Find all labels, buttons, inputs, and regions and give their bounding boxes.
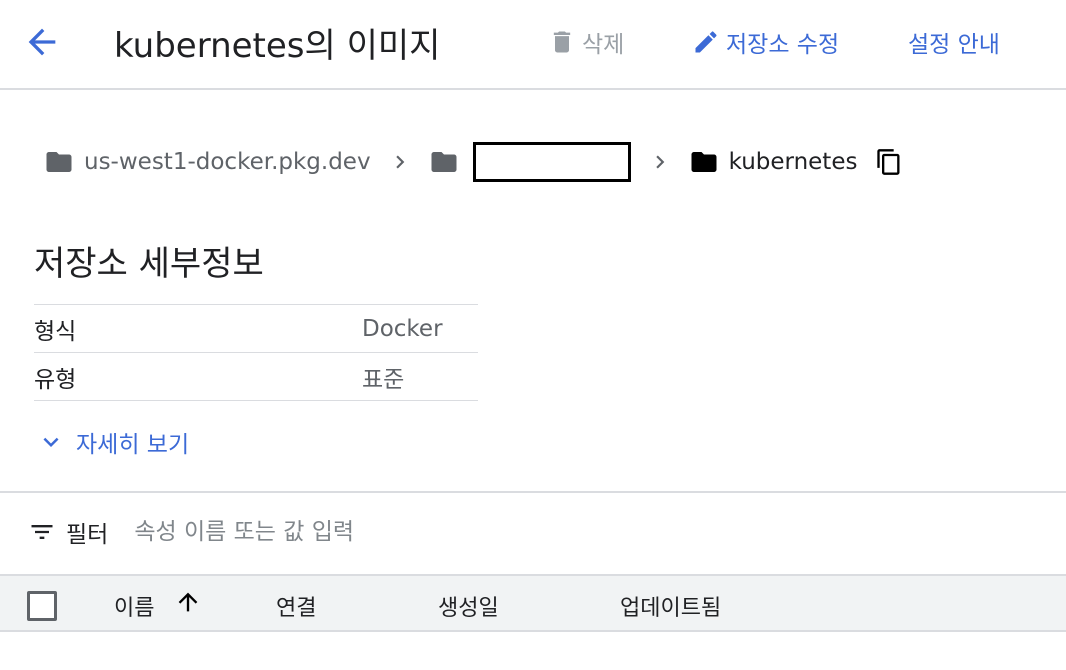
breadcrumb-host-label: us-west1-docker.pkg.dev [84,149,371,175]
trash-icon [553,31,571,53]
details-table: 형식 Docker 유형 표준 [34,304,478,401]
filter-icon [31,525,53,539]
page-header: kubernetes의 이미지 삭제 저장소 수정 설정 안내 [0,0,1066,90]
folder-icon [431,152,457,172]
filter-label: 필터 [66,522,109,548]
show-more-label: 자세히 보기 [76,432,190,458]
detail-row-type: 유형 표준 [34,352,478,401]
detail-key: 유형 [34,366,77,393]
column-header-updated[interactable]: 업데이트됨 [620,590,721,622]
detail-value: Docker [362,315,443,342]
section-title: 저장소 세부정보 [34,244,264,284]
filter-bar: 필터 [28,510,637,554]
sort-ascending-icon[interactable] [174,588,202,620]
breadcrumb-repository: kubernetes [689,147,858,177]
section-divider [0,491,1066,493]
redacted-project-name [472,142,631,182]
chevron-down-icon [43,437,59,447]
select-all-checkbox[interactable] [27,591,57,621]
edit-repository-label: 저장소 수정 [726,32,840,58]
setup-guide-link[interactable]: 설정 안내 [908,24,1000,60]
page-title: kubernetes의 이미지 [114,26,441,66]
column-header-link[interactable]: 연결 [276,590,316,622]
chevron-right-icon [647,149,673,175]
table-header: 이름 연결 생성일 업데이트됨 [0,574,1066,632]
detail-key: 형식 [34,318,77,345]
detail-value: 표준 [362,366,405,393]
arrow-back-icon [28,28,56,56]
breadcrumb-project[interactable] [429,142,631,182]
copy-path-button[interactable] [875,148,903,176]
chevron-right-icon [387,149,413,175]
filter-input[interactable] [132,518,637,546]
setup-guide-label: 설정 안내 [908,32,1000,58]
folder-icon [46,152,72,172]
show-more-button[interactable]: 자세히 보기 [36,424,189,460]
breadcrumb: us-west1-docker.pkg.dev kubernetes [44,134,903,190]
copy-icon [877,149,900,175]
delete-label: 삭제 [582,32,625,58]
breadcrumb-repository-label: kubernetes [728,149,858,175]
delete-button[interactable]: 삭제 [548,24,624,60]
folder-icon [691,152,717,172]
column-header-created[interactable]: 생성일 [438,590,499,622]
detail-row-format: 형식 Docker [34,304,478,352]
pencil-icon [695,31,717,53]
column-header-name[interactable]: 이름 [114,590,154,622]
breadcrumb-host[interactable]: us-west1-docker.pkg.dev [44,147,371,177]
edit-repository-button[interactable]: 저장소 수정 [692,24,839,60]
back-button[interactable] [22,22,62,62]
